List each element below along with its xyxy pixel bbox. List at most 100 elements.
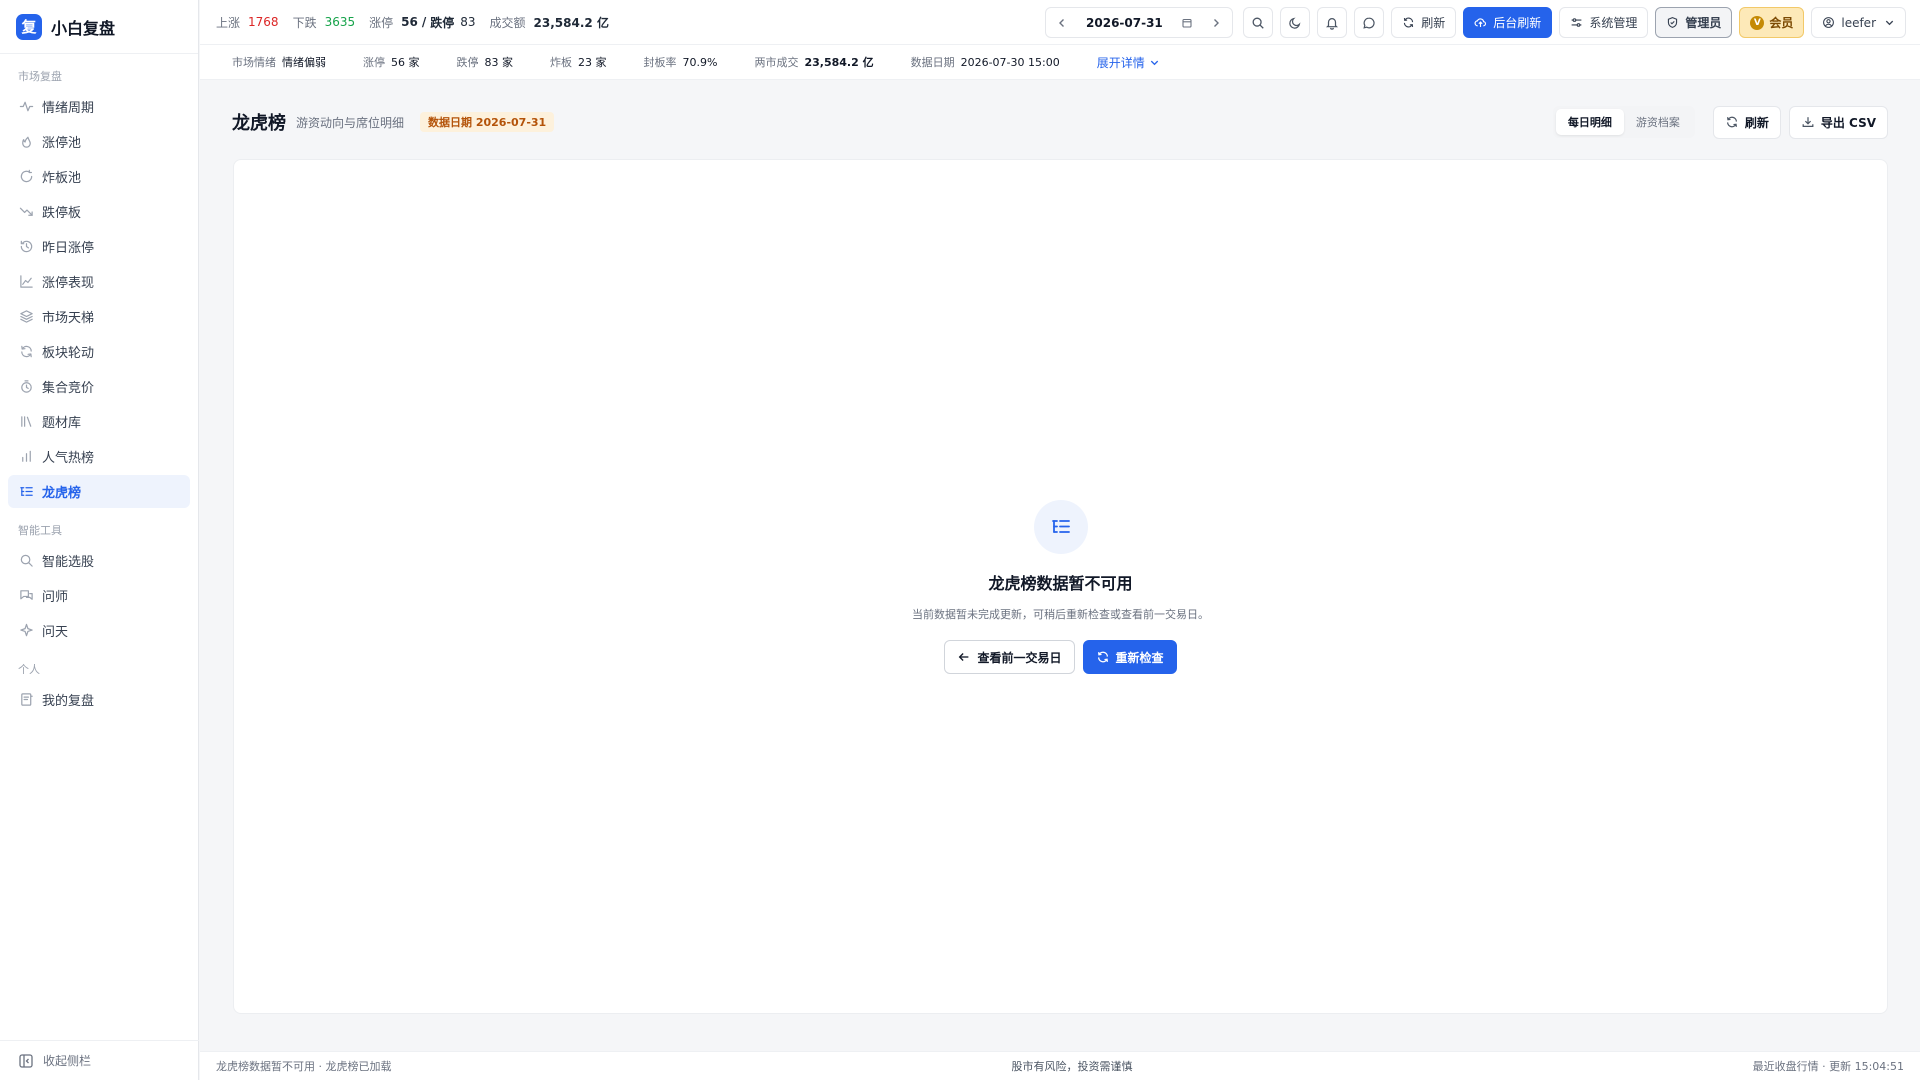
library-icon	[18, 414, 34, 430]
bar-chart-icon	[18, 449, 34, 465]
sidebar-item[interactable]: 人气热榜	[8, 440, 190, 473]
sidebar-item[interactable]: 问天	[8, 614, 190, 647]
messages-button[interactable]	[1354, 7, 1385, 38]
tab-trader-archive[interactable]: 游资档案	[1624, 109, 1692, 135]
summary-data-date-label: 数据日期	[910, 56, 955, 69]
empty-state-description: 当前数据暂未完成更新，可稍后重新检查或查看前一交易日。	[912, 608, 1209, 621]
moon-icon	[1289, 17, 1301, 29]
search-icon	[18, 553, 34, 569]
expand-details-link[interactable]: 展开详情	[1097, 54, 1160, 71]
date-picker[interactable]: 2026-07-31	[1045, 7, 1234, 38]
expand-details-label: 展开详情	[1096, 55, 1145, 70]
page-actions: 每日明细 游资档案 刷新 导出 CSV	[1552, 104, 1888, 140]
background-refresh-button[interactable]: 后台刷新	[1463, 7, 1553, 38]
summary-broken-value: 23 家	[578, 56, 607, 69]
sidebar-item[interactable]: 涨停表现	[8, 265, 190, 298]
search-icon	[1252, 17, 1264, 29]
sidebar-item[interactable]: 智能选股	[8, 544, 190, 577]
chevron-down-icon	[1150, 60, 1158, 65]
circle-arrow-icon	[18, 169, 34, 185]
nav-section-title: 智能工具	[18, 524, 62, 537]
content-card: 龙虎榜数据暂不可用 当前数据暂未完成更新，可稍后重新检查或查看前一交易日。 查看…	[233, 159, 1888, 1014]
vip-badge[interactable]: V 会员	[1739, 7, 1805, 38]
summary-seal-rate-value: 70.9%	[682, 55, 718, 69]
sidebar-item-label: 涨停表现	[42, 276, 95, 291]
chevron-left-icon[interactable]	[1056, 17, 1068, 29]
top-bar-actions: 2026-07-31 刷新 后台刷新 系统管理 管理员 V 会员 leefer	[1045, 7, 1906, 38]
summary-broken: 炸板 23 家	[550, 54, 607, 70]
notifications-button[interactable]	[1317, 7, 1348, 38]
previous-trading-day-label: 查看前一交易日	[977, 650, 1062, 665]
sidebar-item[interactable]: 题材库	[8, 405, 190, 438]
sidebar-item[interactable]: 板块轮动	[8, 335, 190, 368]
sidebar-item[interactable]: 涨停池	[8, 125, 190, 158]
refresh-button[interactable]: 刷新	[1391, 7, 1457, 38]
area-chart-icon	[18, 274, 34, 290]
trending-down-icon	[18, 204, 34, 220]
brand[interactable]: 复 小白复盘	[0, 0, 198, 54]
sidebar-item-label: 题材库	[42, 416, 82, 431]
sidebar-item[interactable]: 昨日涨停	[8, 230, 190, 263]
sidebar-item[interactable]: 市场天梯	[8, 300, 190, 333]
sidebar-item[interactable]: 情绪周期	[8, 90, 190, 123]
sidebar-item[interactable]: 问师	[8, 579, 190, 612]
theme-toggle-button[interactable]	[1280, 7, 1311, 38]
date-value[interactable]: 2026-07-31	[1086, 16, 1163, 30]
empty-state: 龙虎榜数据暂不可用 当前数据暂未完成更新，可稍后重新检查或查看前一交易日。 查看…	[234, 500, 1887, 674]
stat-limit-label: 涨停	[369, 15, 394, 30]
sidebar-item-label: 问天	[42, 625, 69, 640]
bell-icon	[1326, 17, 1339, 30]
sidebar-item-label: 问师	[42, 590, 69, 605]
page-refresh-button[interactable]: 刷新	[1712, 105, 1781, 139]
stat-down: 下跌 3635	[293, 14, 356, 31]
footer-status: 龙虎榜数据暂不可用 · 龙虎榜已加载	[216, 1060, 392, 1073]
sidebar-item[interactable]: 集合竞价	[8, 370, 190, 403]
sidebar-item[interactable]: 炸板池	[8, 160, 190, 193]
user-menu-button[interactable]: leefer	[1811, 7, 1906, 38]
system-settings-button[interactable]: 系统管理	[1559, 7, 1649, 38]
summary-broken-label: 炸板	[550, 56, 572, 69]
stat-turnover-label: 成交额	[489, 15, 526, 30]
summary-seal-rate: 封板率 70.9%	[644, 54, 718, 70]
previous-trading-day-button[interactable]: 查看前一交易日	[944, 640, 1075, 674]
empty-state-actions: 查看前一交易日 重新检查	[940, 640, 1180, 674]
collapse-sidebar-button[interactable]: 收起侧栏	[0, 1040, 199, 1080]
sidebar-item[interactable]: 龙虎榜	[8, 475, 190, 508]
view-switch: 每日明细 游资档案	[1552, 106, 1695, 138]
tab-daily-detail[interactable]: 每日明细	[1555, 109, 1624, 135]
summary-limit-up-value: 56 家	[391, 56, 420, 69]
admin-badge[interactable]: 管理员	[1655, 7, 1733, 38]
stat-limit: 涨停 56 / 跌停 83	[369, 14, 475, 31]
sidebar-item-label: 集合竞价	[42, 381, 95, 396]
calendar-icon[interactable]	[1181, 17, 1193, 29]
brand-name: 小白复盘	[51, 18, 116, 38]
footer-disclaimer: 股市有风险，投资需谨慎	[1011, 1060, 1133, 1073]
summary-market-turnover-value: 23,584.2 亿	[804, 56, 874, 69]
layers-icon	[18, 309, 34, 325]
page-header: 龙虎榜 游资动向与席位明细 数据日期 2026-07-31 每日明细 游资档案 …	[232, 104, 1888, 140]
summary-limit-down: 跌停 83 家	[457, 54, 514, 70]
chevron-right-icon[interactable]	[1210, 17, 1222, 29]
chevron-down-icon	[1885, 20, 1894, 26]
sidebar-item-label: 涨停池	[42, 136, 82, 151]
market-summary-bar: 市场情绪 情绪偏弱 涨停 56 家 跌停 83 家 炸板 23 家 封板率 70…	[200, 45, 1920, 80]
sidebar-item[interactable]: 我的复盘	[8, 683, 190, 716]
refresh-icon	[1404, 17, 1414, 28]
nav-section-title: 市场复盘	[18, 70, 62, 83]
export-csv-button[interactable]: 导出 CSV	[1788, 105, 1888, 139]
sidebar-nav: 市场复盘情绪周期涨停池炸板池跌停板 昨日涨停涨停表现市场天梯板块轮动集合竞价题材库…	[0, 68, 198, 716]
search-button[interactable]	[1243, 7, 1274, 38]
sidebar-item-label: 我的复盘	[42, 694, 95, 709]
summary-market-turnover: 两市成交 23,584.2 亿	[754, 54, 873, 70]
user-circle-icon	[1823, 17, 1835, 28]
sidebar-item[interactable]: 跌停板	[8, 195, 190, 228]
page-title: 龙虎榜	[232, 113, 286, 134]
summary-limit-up-label: 涨停	[363, 56, 385, 69]
nav-section-title: 个人	[18, 663, 40, 676]
stat-turnover-value: 23,584.2 亿	[533, 15, 609, 30]
sidebar-item-label: 板块轮动	[42, 346, 95, 361]
stat-up-label: 上涨	[216, 15, 241, 30]
recheck-button[interactable]: 重新检查	[1082, 640, 1177, 674]
page-subtitle: 游资动向与席位明细	[296, 115, 405, 130]
sidebar-item-label: 炸板池	[42, 171, 82, 186]
